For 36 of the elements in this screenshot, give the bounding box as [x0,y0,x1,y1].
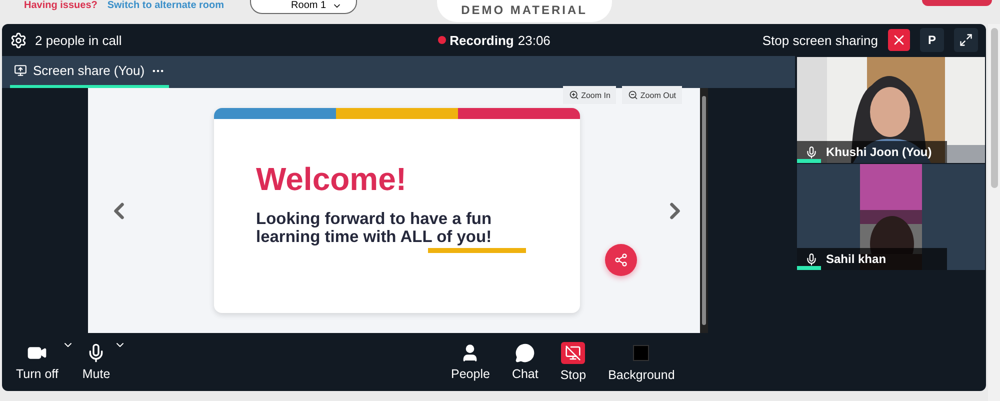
material-tab[interactable]: DEMO MATERIAL [437,0,612,22]
slide-text: Looking forward to have a fun learning time with ALL of you! [256,210,493,246]
background-swatch-icon [633,345,650,361]
stop-sharing-icon [561,342,586,364]
chat-bubble-icon [515,343,536,363]
fullscreen-button[interactable] [954,28,978,52]
zoom-in-button[interactable]: Zoom In [563,86,616,104]
slide-title: Welcome! [256,161,408,198]
notification-pill[interactable] [922,0,992,6]
screen-share-icon [14,64,27,77]
audio-level-bar [797,266,821,270]
stop-button[interactable]: Stop [556,342,590,382]
expand-icon [959,33,973,47]
profile-button[interactable]: P [920,28,944,52]
recording-label: Recording [450,32,514,48]
scrollbar-thumb[interactable] [702,96,706,325]
participant-name: Sahil khan [826,252,886,266]
close-button[interactable] [888,29,910,51]
share-button[interactable] [605,244,637,276]
people-count: 2 people in call [35,32,122,48]
page-scrollbar-thumb[interactable] [990,28,998,188]
camera-button[interactable]: Turn off [12,343,62,381]
mute-button[interactable]: Mute [78,343,114,381]
zoom-out-button[interactable]: Zoom Out [622,86,682,104]
settings-icon[interactable] [10,32,27,48]
zoom-out-icon [628,90,638,100]
chat-button[interactable]: Chat [508,343,542,381]
issue-notice: Having issues? [24,0,98,11]
microphone-icon [805,252,818,266]
people-button[interactable]: People [447,343,494,381]
stop-sharing-label: Stop screen sharing [762,32,878,48]
room-select[interactable]: Room 1 [250,0,358,14]
zoom-in-icon [569,90,580,100]
share-icon [614,253,628,267]
recording-time: 23:06 [518,32,550,48]
background-button[interactable]: Background [604,342,679,382]
